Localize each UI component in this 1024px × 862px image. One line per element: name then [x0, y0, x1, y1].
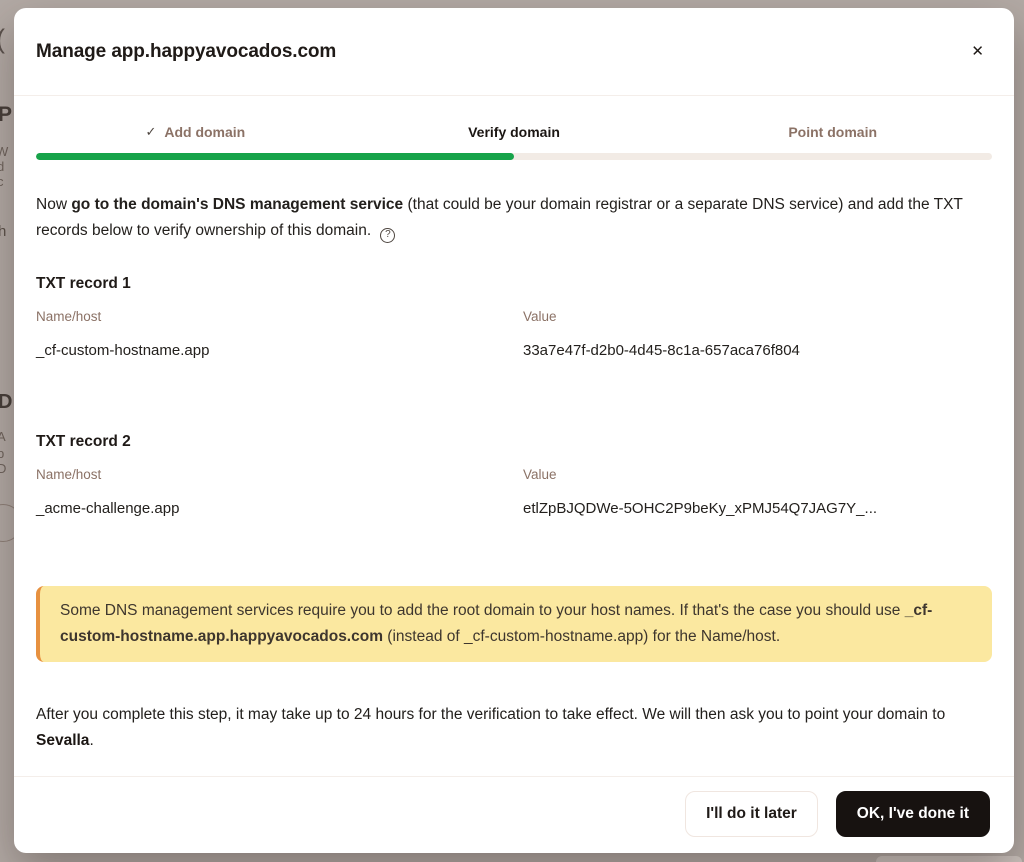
background-card-edge — [876, 856, 1022, 862]
txt-record-2: TXT record 2 Name/host Value _acme-chall… — [36, 432, 992, 518]
modal-header: Manage app.happyavocados.com ✕ — [14, 8, 1014, 96]
record-header-row: Name/host Value — [36, 308, 992, 325]
close-icon[interactable]: ✕ — [965, 38, 990, 65]
instructions-pre: Now — [36, 196, 71, 213]
instructions-text: Now go to the domain's DNS management se… — [36, 192, 992, 244]
background-text-fragment: ( — [0, 26, 5, 53]
stepper: ✓ Add domain Verify domain Point domain — [36, 124, 992, 140]
ok-ive-done-it-button[interactable]: OK, I've done it — [836, 791, 990, 837]
step-verify-domain: Verify domain — [355, 124, 674, 140]
warning-callout: Some DNS management services require you… — [36, 586, 992, 662]
record-value: etlZpBJQDWe-5OHC2P9beKy_xPMJ54Q7JAG7Y_..… — [523, 499, 992, 518]
background-text-fragment: A — [0, 430, 6, 443]
record-title: TXT record 1 — [36, 274, 992, 294]
step-point-domain: Point domain — [673, 124, 992, 140]
modal-title: Manage app.happyavocados.com — [36, 41, 336, 63]
background-text-fragment: P — [0, 104, 12, 125]
help-icon[interactable]: ? — [380, 228, 395, 243]
warning-post: (instead of _cf-custom-hostname.app) for… — [383, 628, 780, 645]
value-label: Value — [523, 308, 992, 325]
record-header-row: Name/host Value — [36, 466, 992, 483]
sevalla-link[interactable]: Sevalla — [36, 732, 89, 749]
manage-domain-modal: Manage app.happyavocados.com ✕ ✓ Add dom… — [14, 8, 1014, 853]
background-text-fragment: D — [0, 462, 6, 475]
background-text-fragment: h — [0, 224, 6, 239]
note-pre: After you complete this step, it may tak… — [36, 706, 945, 723]
name-host-label: Name/host — [36, 466, 523, 483]
warning-pre: Some DNS management services require you… — [60, 602, 905, 619]
modal-body: ✓ Add domain Verify domain Point domain … — [14, 96, 1014, 776]
record-title: TXT record 2 — [36, 432, 992, 452]
note-post: . — [89, 732, 93, 749]
background-text-fragment: D — [0, 392, 12, 412]
record-value: 33a7e47f-d2b0-4d45-8c1a-657aca76f804 — [523, 341, 992, 360]
txt-record-1: TXT record 1 Name/host Value _cf-custom-… — [36, 274, 992, 360]
check-icon: ✓ — [145, 124, 156, 140]
step-label: Add domain — [164, 124, 245, 140]
step-add-domain: ✓ Add domain — [36, 124, 355, 140]
name-host-label: Name/host — [36, 308, 523, 325]
modal-footer: I'll do it later OK, I've done it — [14, 776, 1014, 853]
step-label: Point domain — [788, 124, 877, 140]
background-text-fragment: W — [0, 145, 8, 158]
background-text-fragment: d — [0, 160, 4, 173]
background-text-fragment: b — [0, 447, 4, 460]
progress-bar — [36, 153, 992, 160]
progress-fill — [36, 153, 514, 160]
record-name-host: _acme-challenge.app — [36, 499, 523, 518]
completion-note: After you complete this step, it may tak… — [36, 702, 992, 754]
record-value-row: _cf-custom-hostname.app 33a7e47f-d2b0-4d… — [36, 341, 992, 360]
value-label: Value — [523, 466, 992, 483]
record-value-row: _acme-challenge.app etlZpBJQDWe-5OHC2P9b… — [36, 499, 992, 518]
background-text-fragment: c — [0, 175, 4, 188]
step-label: Verify domain — [468, 124, 560, 140]
ill-do-it-later-button[interactable]: I'll do it later — [685, 791, 818, 837]
record-name-host: _cf-custom-hostname.app — [36, 341, 523, 360]
instructions-bold: go to the domain's DNS management servic… — [71, 196, 403, 213]
